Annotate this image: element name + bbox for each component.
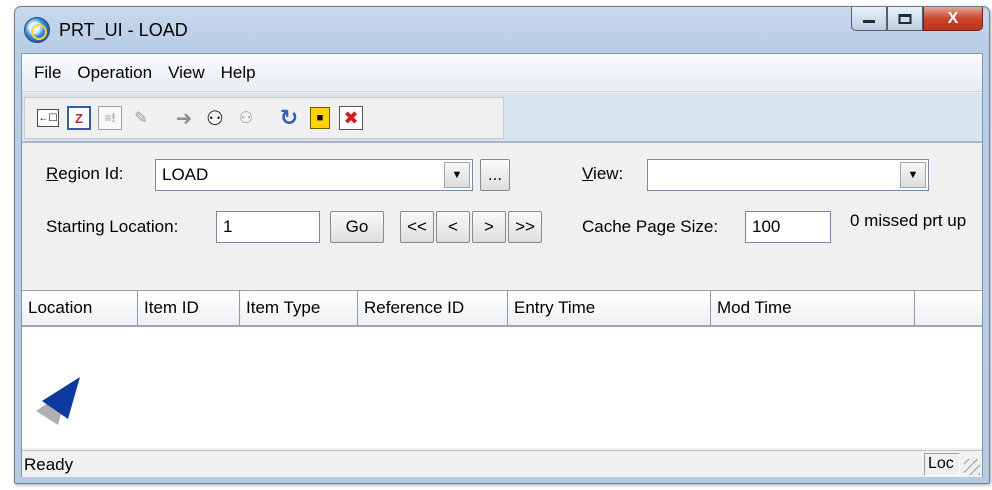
menu-bar: File Operation View Help [22,54,982,92]
column-header-location[interactable]: Location [22,291,138,325]
next-page-button[interactable]: > [472,211,506,243]
goto-button[interactable]: ➜ [171,105,197,131]
lock-button[interactable]: ■ [307,105,333,131]
new-record-icon: ←☐ [37,109,59,127]
find-next-button[interactable]: ⚇ [233,105,259,131]
chevron-down-icon: ▼ [451,169,463,181]
menu-help[interactable]: Help [213,63,264,83]
cache-page-size-label: Cache Page Size: [582,217,719,236]
close-icon: X [947,9,959,27]
column-header-entry-time[interactable]: Entry Time [508,291,711,325]
column-header-item-type[interactable]: Item Type [240,291,358,325]
first-page-button[interactable]: << [400,211,434,243]
new-record-button[interactable]: ←☐ [35,105,61,131]
find-button[interactable]: ⚇ [202,105,228,131]
status-pane-location: Loc [924,453,960,476]
menu-file[interactable]: File [26,63,69,83]
region-id-combobox[interactable]: LOAD ▼ [155,159,473,191]
view-dropdown-button[interactable]: ▼ [900,162,926,188]
document-alert-icon: ≡! [98,106,122,130]
minimize-icon [863,15,875,23]
sort-indicator-icon [36,377,80,425]
toolbar: ←☐ Z ≡! ✎ ➜ ⚇ ⚇ ↻ ■ ✖ [24,97,504,139]
delete-document-icon: ✖ [339,106,363,130]
previous-page-button[interactable]: < [436,211,470,243]
toolbar-row: ←☐ Z ≡! ✎ ➜ ⚇ ⚇ ↻ ■ ✖ [22,93,982,143]
starting-location-label: Starting Location: [46,217,179,236]
records-grid[interactable]: Location Item ID Item Type Reference ID … [22,290,982,448]
caption-buttons: X [851,7,983,31]
starting-location-input[interactable]: 1 [216,211,320,243]
column-header-mod-time[interactable]: Mod Time [711,291,915,325]
region-dropdown-button[interactable]: ▼ [444,162,470,188]
window-title: PRT_UI - LOAD [59,20,188,40]
minimize-button[interactable] [851,7,887,31]
menu-operation[interactable]: Operation [69,63,160,83]
filter-form: Region Id: LOAD ▼ ... View: ▼ Starting L… [22,145,982,288]
column-header-reference-id[interactable]: Reference ID [358,291,508,325]
close-button[interactable]: X [923,7,983,31]
chevron-down-icon: ▼ [907,169,919,181]
calendar-button[interactable]: Z [66,105,92,131]
column-header-extra[interactable] [915,291,982,325]
last-page-button[interactable]: >> [508,211,542,243]
client-area: File Operation View Help ←☐ Z ≡! ✎ ➜ ⚇ ⚇… [21,53,983,477]
refresh-icon: ↻ [279,105,299,130]
maximize-button[interactable] [887,7,923,31]
grid-header: Location Item ID Item Type Reference ID … [22,291,982,327]
main-window: PRT_UI - LOAD X File Operation View Help… [14,6,990,484]
edit-icon: ✎ [134,110,148,127]
region-id-label: Region Id: [46,164,124,183]
binoculars-icon: ⚇ [206,107,224,130]
calendar-icon: Z [67,106,91,130]
edit-button[interactable]: ✎ [128,105,154,131]
column-header-item-id[interactable]: Item ID [138,291,240,325]
missed-status-text: 0 missed prt up [850,211,967,230]
title-bar[interactable]: PRT_UI - LOAD X [15,7,989,53]
find-next-icon: ⚇ [238,110,254,127]
resize-grip-icon[interactable] [964,459,980,475]
go-button[interactable]: Go [330,211,384,243]
region-id-value: LOAD [162,165,209,184]
maximize-icon [898,13,912,24]
arrow-right-icon: ➜ [175,107,193,130]
grid-body[interactable] [22,327,982,447]
status-text: Ready [24,455,74,474]
refresh-button[interactable]: ↻ [276,105,302,131]
app-icon[interactable] [24,17,50,43]
document-alert-button[interactable]: ≡! [97,105,123,131]
lock-icon: ■ [310,107,330,129]
view-label: View: [582,164,624,183]
view-combobox[interactable]: ▼ [647,159,929,191]
cache-page-size-input[interactable]: 100 [745,211,831,243]
status-bar: Ready Loc [22,450,982,477]
menu-view[interactable]: View [160,63,213,83]
browse-button[interactable]: ... [480,159,510,191]
delete-button[interactable]: ✖ [338,105,364,131]
